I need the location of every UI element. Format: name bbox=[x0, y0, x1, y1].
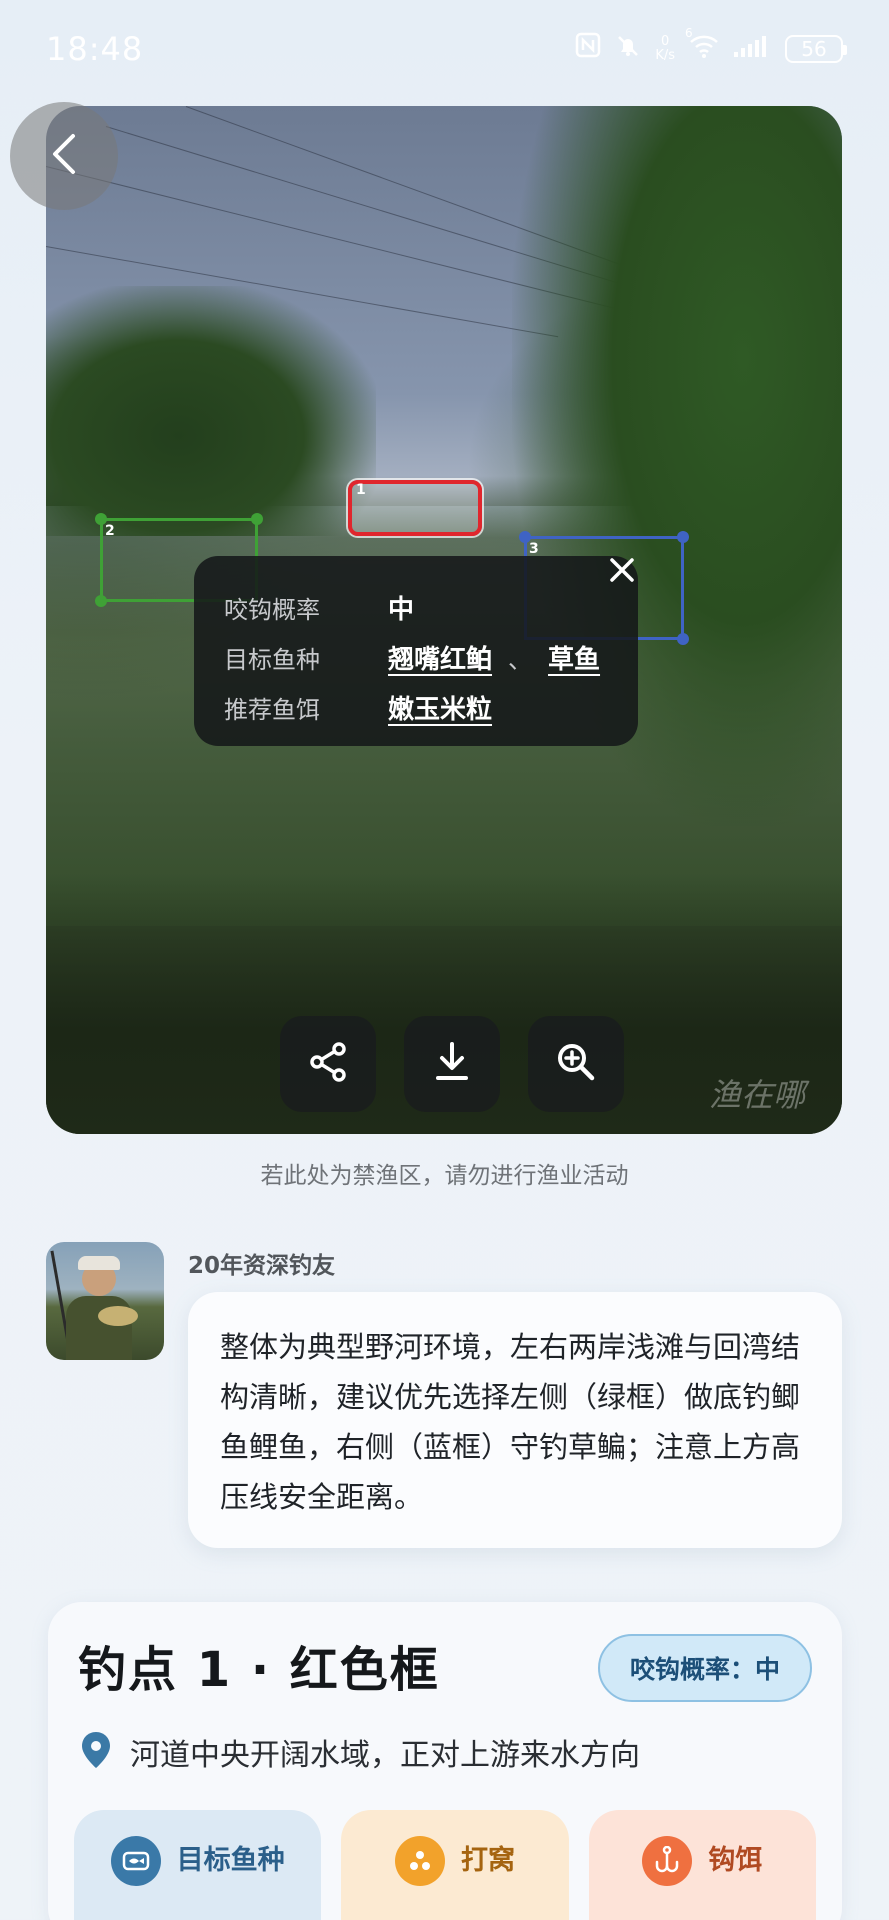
expert-name: 20年资深钓友 bbox=[188, 1253, 336, 1279]
location-row: 河道中央开阔水域，正对上游来水方向 bbox=[80, 1730, 640, 1774]
chum-label: 打窝 bbox=[460, 1845, 515, 1876]
fish-link-2[interactable]: 草鱼 bbox=[548, 639, 600, 676]
fishing-ban-disclaimer: 若此处为禁渔区，请勿进行渔业活动 bbox=[260, 1163, 629, 1189]
spot-number: 3 bbox=[529, 541, 539, 557]
fish-separator: 、 bbox=[508, 645, 533, 674]
zoom-in-button[interactable] bbox=[527, 1016, 624, 1112]
box-handle bbox=[677, 633, 689, 645]
mute-bell-icon bbox=[615, 33, 641, 65]
back-button[interactable] bbox=[10, 102, 118, 210]
wifi-label: 6 bbox=[685, 25, 693, 40]
avatar-fish bbox=[98, 1306, 138, 1326]
spot-title: 钓点 1 · 红色框 bbox=[78, 1642, 440, 1698]
bite-label: 咬钩概率 bbox=[224, 595, 320, 624]
battery-indicator: 56 bbox=[785, 34, 847, 63]
box-handle bbox=[95, 595, 107, 607]
target-fish-tile[interactable]: 目标鱼种 bbox=[74, 1810, 322, 1920]
popup-bait-row: 推荐鱼饵 嫩玉米粒 bbox=[224, 682, 608, 732]
cell-signal-icon bbox=[733, 34, 771, 64]
left-bank-trees bbox=[46, 286, 376, 536]
info-tiles: 目标鱼种 打窝 钩饵 bbox=[74, 1810, 817, 1920]
target-fish-label: 目标鱼种 bbox=[176, 1845, 285, 1876]
expert-avatar bbox=[46, 1242, 164, 1360]
spot-number: 1 bbox=[356, 482, 366, 498]
chevron-left-icon bbox=[49, 132, 79, 180]
popup-close-button[interactable] bbox=[598, 548, 646, 596]
status-time: 18:48 bbox=[46, 30, 144, 68]
spot-detail-card: 钓点 1 · 红色框 咬钩概率：中 河道中央开阔水域，正对上游来水方向 目标鱼种… bbox=[48, 1602, 842, 1920]
popup-fish-row: 目标鱼种 翘嘴红鲌 、 草鱼 bbox=[224, 632, 608, 682]
net-speed-value: 0 bbox=[661, 33, 670, 49]
box-handle bbox=[251, 513, 263, 525]
status-bar: 18:48 0 K/s 6 56 bbox=[0, 0, 889, 100]
zoom-in-icon bbox=[554, 1040, 598, 1088]
bite-value: 中 bbox=[388, 594, 415, 625]
status-icons: 0 K/s 6 56 bbox=[575, 26, 847, 65]
box-handle bbox=[95, 513, 107, 525]
location-text: 河道中央开阔水域，正对上游来水方向 bbox=[130, 1738, 640, 1773]
fish-label: 目标鱼种 bbox=[224, 645, 320, 674]
watermark: 渔在哪 bbox=[708, 1076, 805, 1114]
chum-tile[interactable]: 打窝 bbox=[341, 1810, 569, 1920]
box-handle bbox=[519, 531, 531, 543]
bait-label: 钩饵 bbox=[708, 1845, 763, 1876]
bait-tile[interactable]: 钩饵 bbox=[588, 1810, 817, 1920]
download-icon bbox=[432, 1040, 472, 1088]
avatar-cap bbox=[78, 1256, 120, 1270]
expert-advice-bubble: 整体为典型野河环境，左右两岸浅滩与回湾结构清晰，建议优先选择左侧（绿框）做底钓鲫… bbox=[188, 1292, 842, 1548]
popup-bite-row: 咬钩概率 中 bbox=[224, 582, 608, 632]
bait-label: 推荐鱼饵 bbox=[224, 695, 320, 724]
hook-icon bbox=[642, 1836, 693, 1886]
wifi-icon: 6 bbox=[685, 26, 719, 64]
spot-box-1[interactable]: 1 bbox=[348, 480, 482, 536]
net-speed: 0 K/s bbox=[655, 33, 675, 63]
fish-link-1[interactable]: 翘嘴红鲌 bbox=[388, 639, 492, 676]
bite-probability-badge: 咬钩概率：中 bbox=[597, 1634, 812, 1702]
chum-dots-icon bbox=[394, 1836, 445, 1886]
net-speed-unit: K/s bbox=[655, 47, 675, 63]
fish-icon bbox=[110, 1836, 161, 1886]
share-icon bbox=[306, 1040, 350, 1088]
share-button[interactable] bbox=[279, 1016, 376, 1112]
close-icon bbox=[609, 557, 635, 587]
download-button[interactable] bbox=[403, 1016, 500, 1112]
location-pin-icon bbox=[80, 1730, 112, 1774]
spot-info-popup: 咬钩概率 中 目标鱼种 翘嘴红鲌 、 草鱼 推荐鱼饵 嫩玉米粒 bbox=[194, 556, 638, 746]
bait-link[interactable]: 嫩玉米粒 bbox=[388, 689, 492, 726]
box-handle bbox=[677, 531, 689, 543]
nfc-icon bbox=[575, 32, 601, 65]
spot-number: 2 bbox=[105, 523, 115, 539]
